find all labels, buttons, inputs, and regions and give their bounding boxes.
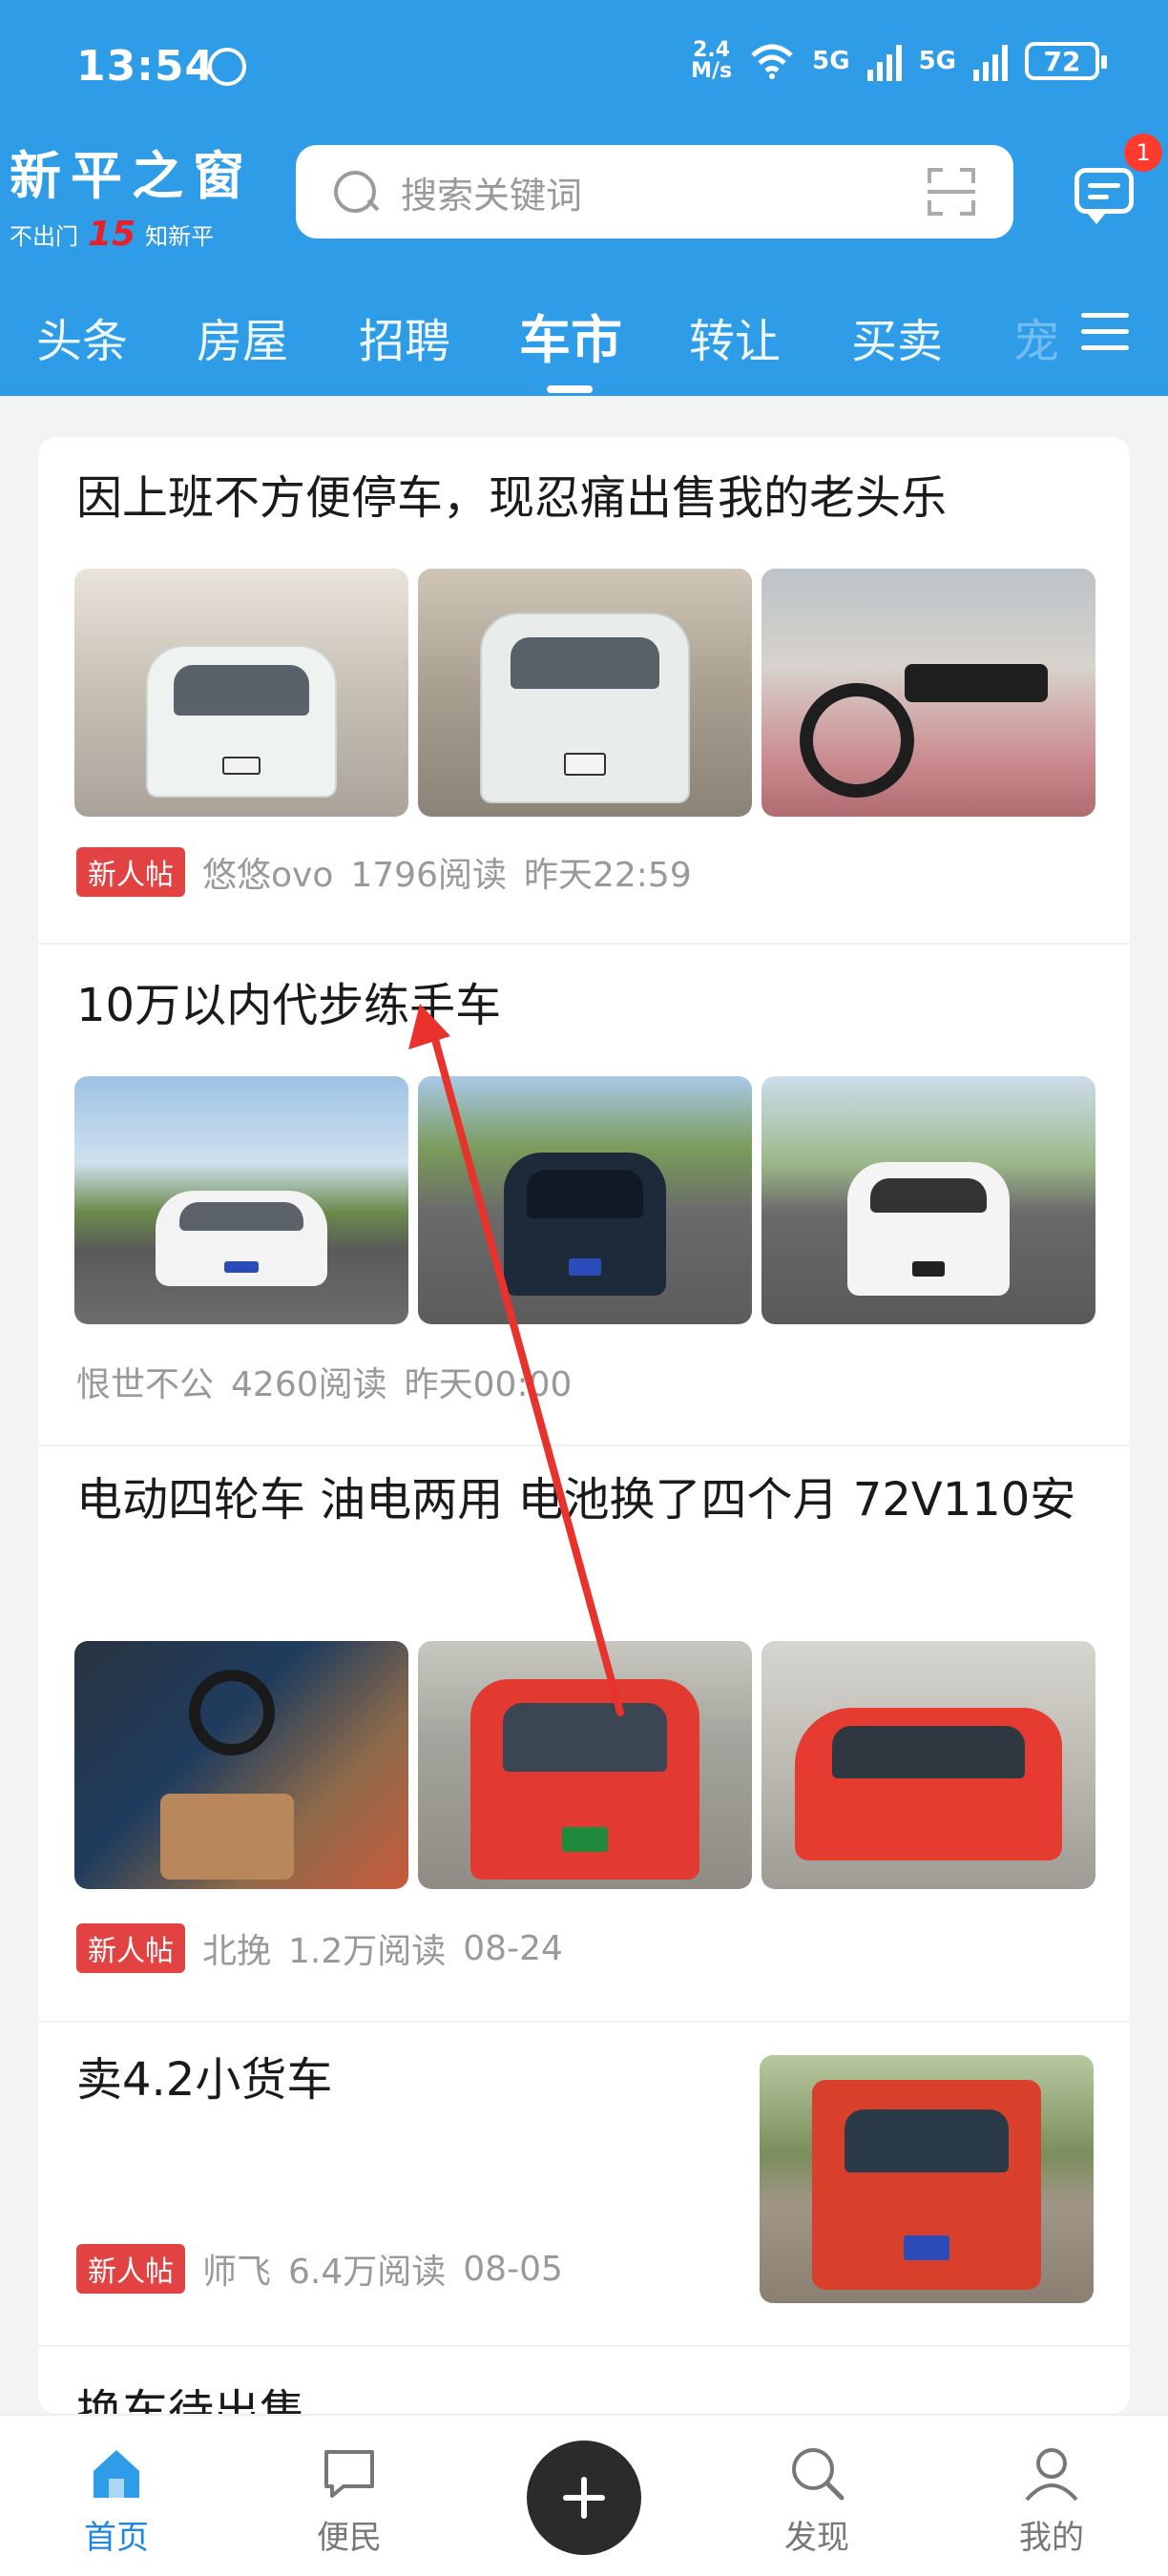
tab-pets[interactable]: 宠 [1013, 303, 1059, 370]
scan-icon[interactable] [928, 168, 975, 216]
menu-icon[interactable] [1081, 313, 1129, 351]
app-header: 13:54 2.4 M/s 5G 5G 72 新平之窗 不出门 15 知新平 搜… [0, 0, 1168, 396]
signal-label-2: 5G [918, 47, 956, 75]
new-user-badge: 新人帖 [76, 2244, 185, 2294]
post-title[interactable]: 换车待出售 [76, 2378, 1107, 2414]
search-icon [332, 169, 378, 215]
post-reads: 1.2万阅读 [288, 1932, 447, 1971]
net-speed: 2.4 M/s [691, 38, 733, 83]
tab-housing[interactable]: 房屋 [197, 303, 288, 370]
person-icon [1025, 2448, 1078, 2502]
logo-title: 新平之窗 [10, 145, 254, 206]
screen-record-icon [208, 48, 246, 86]
signal-bars-icon [866, 41, 902, 81]
truck-photo[interactable] [760, 2055, 1094, 2303]
status-bar: 13:54 2.4 M/s 5G 5G 72 [0, 0, 1168, 134]
post-title[interactable]: 电动四轮车 油电两用 电池换了四个月 72V110安 [76, 1465, 1107, 1534]
post-plus-button[interactable] [527, 2441, 641, 2555]
message-count-badge: 1 [1124, 134, 1162, 172]
post-author[interactable]: 师飞 [202, 2244, 271, 2294]
signal-bars-icon [973, 41, 1008, 81]
post-feed: 因上班不方便停车，现忍痛出售我的老头乐 新人帖 悠悠ovo 1796阅读 昨天2… [38, 437, 1130, 2414]
post-time: 08-24 [463, 1928, 563, 1968]
search-bar[interactable]: 搜索关键词 [296, 145, 1013, 239]
tab-jobs[interactable]: 招聘 [359, 303, 450, 370]
post-thumbnails [74, 1076, 1095, 1324]
post-time: 08-05 [463, 2249, 563, 2289]
car-photo[interactable] [74, 1641, 408, 1889]
chat-square-icon [324, 2450, 374, 2498]
post-meta: 新人帖 师飞 6.4万阅读 08-05 [76, 2244, 563, 2294]
new-user-badge: 新人帖 [76, 1923, 185, 1973]
search-input[interactable]: 搜索关键词 [401, 166, 928, 218]
post-reads: 4260阅读 [231, 1365, 387, 1404]
post-item[interactable]: 因上班不方便停车，现忍痛出售我的老头乐 新人帖 悠悠ovo 1796阅读 昨天2… [38, 437, 1130, 945]
car-photo[interactable] [418, 569, 752, 817]
post-meta: 恨世不公 4260阅读 昨天00:00 [76, 1357, 572, 1406]
post-time: 昨天00:00 [404, 1365, 573, 1404]
car-photo[interactable] [761, 1641, 1095, 1889]
battery-icon: 72 [1025, 42, 1107, 80]
car-photo[interactable] [418, 1641, 752, 1889]
app-logo: 新平之窗 不出门 15 知新平 [10, 134, 277, 254]
signal-label-1: 5G [812, 47, 850, 75]
active-tab-indicator [547, 385, 593, 393]
post-author[interactable]: 悠悠ovo [202, 847, 333, 897]
tab-transfer[interactable]: 转让 [689, 303, 781, 370]
post-thumbnails [74, 1641, 1095, 1889]
new-user-badge: 新人帖 [76, 847, 185, 897]
message-icon[interactable] [1071, 162, 1137, 224]
status-icons: 2.4 M/s 5G 5G 72 [691, 38, 1107, 83]
post-title[interactable]: 因上班不方便停车，现忍痛出售我的老头乐 [76, 464, 1107, 532]
post-reads: 6.4万阅读 [288, 2253, 447, 2292]
post-time: 昨天22:59 [523, 856, 692, 895]
post-meta: 新人帖 北挽 1.2万阅读 08-24 [76, 1923, 563, 1973]
tab-headlines[interactable]: 头条 [36, 303, 128, 370]
car-photo[interactable] [761, 569, 1095, 817]
post-title[interactable]: 10万以内代步练手车 [76, 971, 1107, 1040]
car-photo[interactable] [418, 1076, 752, 1324]
search-icon [792, 2448, 845, 2501]
post-author[interactable]: 恨世不公 [76, 1357, 214, 1406]
status-time: 13:54 [76, 42, 216, 91]
post-item[interactable]: 卖4.2小货车 新人帖 师飞 6.4万阅读 08-05 [38, 2023, 1130, 2347]
car-photo[interactable] [74, 569, 408, 817]
post-item[interactable]: 电动四轮车 油电两用 电池换了四个月 72V110安 新人帖 北挽 1.2万阅读… [38, 1446, 1130, 2023]
post-item[interactable]: 10万以内代步练手车 恨世不公 4260阅读 昨天00:00 [38, 945, 1130, 1446]
tab-trade[interactable]: 买卖 [851, 303, 943, 370]
post-reads: 1796阅读 [350, 856, 507, 895]
home-icon [94, 2450, 139, 2498]
post-item[interactable]: 换车待出售 [38, 2347, 1130, 2414]
post-meta: 新人帖 悠悠ovo 1796阅读 昨天22:59 [76, 847, 692, 897]
category-tabs: 头条 房屋 招聘 车市 转让 买卖 宠 [0, 286, 1168, 393]
post-thumbnails [74, 569, 1095, 817]
car-photo[interactable] [74, 1076, 408, 1324]
wifi-icon [751, 44, 793, 79]
logo-slogan: 不出门 15 知新平 [10, 215, 215, 254]
car-photo[interactable] [761, 1076, 1095, 1324]
post-title[interactable]: 卖4.2小货车 [76, 2046, 725, 2114]
tab-car-market[interactable]: 车市 [519, 298, 622, 373]
post-author[interactable]: 北挽 [202, 1923, 271, 1973]
